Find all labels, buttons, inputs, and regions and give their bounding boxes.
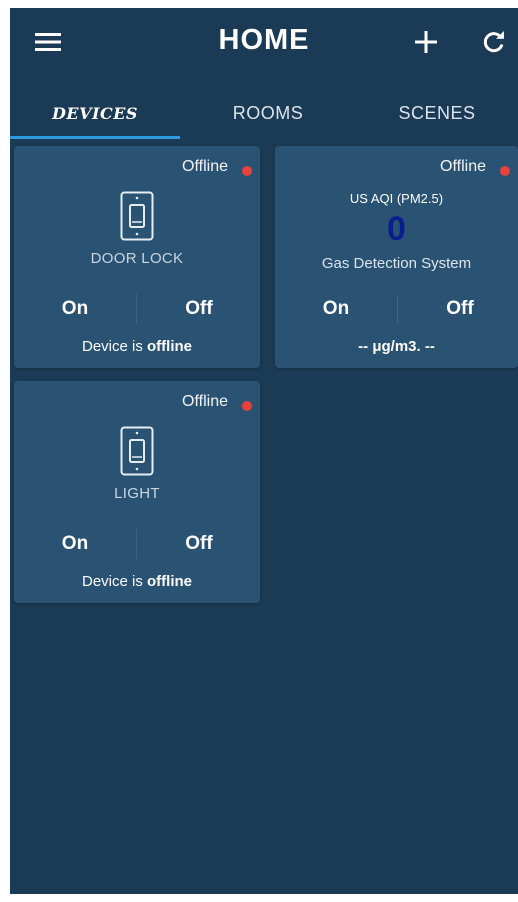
status-label: Offline	[440, 158, 486, 175]
device-name: LIGHT	[114, 485, 160, 502]
top-app-bar: HOME	[10, 8, 518, 78]
switch-icon	[120, 191, 154, 241]
on-button[interactable]: On	[14, 291, 136, 327]
on-button[interactable]: On	[275, 291, 397, 327]
switch-icon	[120, 426, 154, 476]
aqi-value: 0	[387, 210, 406, 248]
footer-bold: offline	[147, 338, 193, 355]
tab-rooms[interactable]: ROOMS	[180, 88, 356, 138]
aqi-label: US AQI (PM2.5)	[349, 191, 444, 206]
off-button[interactable]: Off	[138, 526, 260, 562]
footer-prefix: Device is	[81, 338, 148, 355]
footer-bold: offline	[147, 573, 193, 590]
device-card-light[interactable]: Offline LIGHT On Off Device is offline	[14, 381, 260, 603]
device-name: DOOR LOCK	[90, 250, 184, 267]
concentration-readout: -- μg/m3. --	[275, 338, 518, 355]
app-screen: HOME DEVICES ROOMS SCENES Offline DOOR L…	[10, 8, 518, 894]
off-button[interactable]: Off	[138, 291, 260, 327]
button-divider	[136, 529, 137, 559]
device-card-gas-detection[interactable]: Offline US AQI (PM2.5) 0 Gas Detection S…	[275, 146, 518, 368]
status-label: Offline	[182, 158, 228, 175]
footer-prefix: Device is	[81, 573, 148, 590]
button-divider	[136, 294, 137, 324]
offline-dot-icon	[242, 166, 252, 176]
off-button[interactable]: Off	[399, 291, 518, 327]
concentration-value: -- μg/m3. --	[358, 338, 435, 355]
offline-dot-icon	[242, 401, 252, 411]
tab-bar: DEVICES ROOMS SCENES	[10, 88, 518, 140]
device-status-footer: Device is offline	[14, 338, 260, 355]
active-tab-indicator	[10, 136, 180, 139]
device-name: Gas Detection System	[321, 255, 472, 272]
device-status-footer: Device is offline	[14, 573, 260, 590]
on-button[interactable]: On	[14, 526, 136, 562]
device-card-door-lock[interactable]: Offline DOOR LOCK On Off Device is offli…	[14, 146, 260, 368]
refresh-icon[interactable]	[476, 24, 512, 60]
status-label: Offline	[182, 393, 228, 410]
tab-scenes[interactable]: SCENES	[356, 88, 518, 138]
offline-dot-icon	[500, 166, 510, 176]
add-icon[interactable]	[408, 24, 444, 60]
tab-devices[interactable]: DEVICES	[10, 88, 180, 138]
button-divider	[397, 294, 398, 324]
